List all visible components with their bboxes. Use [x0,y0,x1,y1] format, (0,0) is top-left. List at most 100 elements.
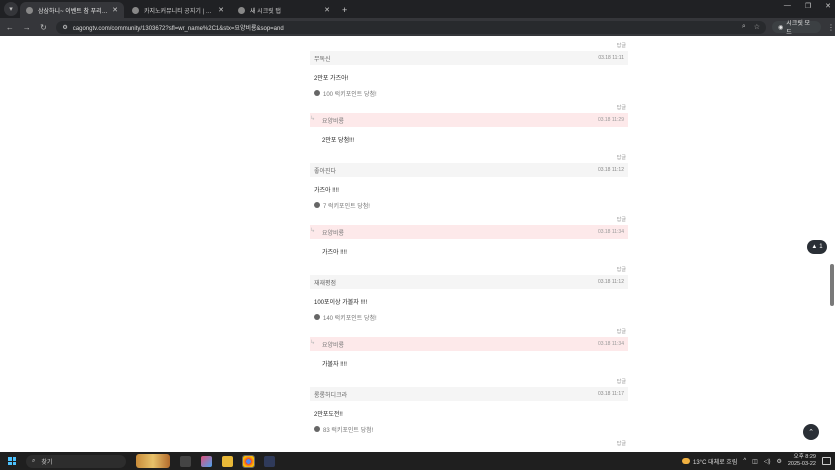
reply-link[interactable]: 답글 [310,100,628,113]
task-view-icon[interactable] [180,455,191,467]
favicon-icon [132,6,139,14]
comment-body: 100포이상 가볼자 !!!! [314,300,368,306]
reply-author[interactable]: 요양비룡 [322,116,344,125]
reply-link[interactable]: 답글 [310,212,628,225]
search-placeholder: 찾기 [41,459,53,466]
reload-icon[interactable]: ↻ [37,23,51,32]
comment-author[interactable]: 롱롱허디크라 [314,390,347,399]
points-text: 83 럭키포인트 당첨! [323,427,374,434]
tab-2[interactable]: 카지노커뮤니티 공지기 | 카지 ✕ [126,2,230,18]
tab-1[interactable]: 삼삼하니~ 이벤트 참 푸리겠습 ✕ [20,2,124,18]
coin-icon [314,90,320,96]
search-highlight-image[interactable] [136,454,170,468]
coin-icon [314,314,320,320]
comment-header: 무독신 03.18 11:11 [310,51,628,65]
taskbar: ⌕ 찾기 13°C 대체로 흐림 ^ ◫ ◁) ⚙ 오후 8:29 2025-0… [0,452,835,470]
comment-datetime: 03.18 11:17 [597,391,624,397]
reply-arrow-icon: ↳ [310,340,316,346]
clock-date: 2025-03-22 [787,461,816,467]
address-bar[interactable]: ⚙ cagongtv.com/community/1303672?sfl=wr_… [56,20,767,34]
reply-header: ↳ 요양비룡 03.18 11:29 [310,113,628,127]
clock[interactable]: 오후 8:29 2025-03-22 [788,454,816,468]
site-info-icon[interactable]: ⚙ [62,24,67,31]
reply-datetime: 03.18 11:34 [597,229,624,235]
reply-link[interactable]: 답글 [310,324,628,337]
close-icon[interactable]: ✕ [112,6,118,14]
reply-author[interactable]: 요양비룡 [322,340,344,349]
reply-link[interactable]: 답글 [310,262,628,275]
reply-link[interactable]: 답글 [310,436,628,449]
settings-icon[interactable]: ⚙ [776,458,781,465]
minimize-icon[interactable]: — [784,2,791,10]
browser-tab-strip: ▾ 삼삼하니~ 이벤트 참 푸리겠습 ✕ 카지노커뮤니티 공지기 | 카지 ✕ … [0,0,835,18]
tab-3[interactable]: 새 시크릿 탭 ✕ [232,2,336,18]
url-text[interactable]: cagongtv.com/community/1303672?sfl=wr_na… [73,23,734,32]
close-window-icon[interactable]: ✕ [825,2,831,10]
close-icon[interactable]: ✕ [218,6,224,14]
chrome-icon[interactable] [242,454,255,468]
zoom-icon[interactable]: ⌕ [742,23,746,31]
incognito-icon [238,6,245,14]
comment-datetime: 03.18 11:12 [597,279,624,285]
chevron-up-icon: ⌃ [808,429,814,436]
comment-body: 2만포 가즈아! [314,76,349,82]
comment-author[interactable]: 좋아진다 [314,166,336,175]
reply-body: 2만포 당첨!!! [322,138,355,144]
taskbar-search[interactable]: ⌕ 찾기 [26,454,126,468]
points-text: 100 럭키포인트 당첨! [323,91,377,98]
comment-header: 재재평점 03.18 11:12 [310,275,628,289]
reply-author[interactable]: 요양비룡 [322,228,344,237]
reply-link[interactable]: 답글 [310,38,628,51]
reply-body: 가볼자 !!!! [322,362,347,368]
reply-arrow-icon: ↳ [310,116,316,122]
copilot-icon[interactable] [201,455,212,467]
points-notice: 83 럭키포인트 당첨! [310,422,628,436]
forward-icon[interactable]: → [20,23,34,32]
comment-body: 가즈아 !!!! [314,188,339,194]
bookmark-star-icon[interactable]: ☆ [754,23,760,31]
menu-icon[interactable]: ⋮ [827,23,835,32]
points-notice: 100 럭키포인트 당첨! [310,86,628,100]
comment-datetime: 03.18 11:12 [597,167,624,173]
reply-link[interactable]: 답글 [310,374,628,387]
app-icon[interactable] [264,455,275,467]
search-icon: ⌕ [32,457,36,464]
volume-icon[interactable]: ◁) [764,458,771,465]
coin-icon [314,426,320,432]
new-tab-icon[interactable]: + [342,5,347,15]
tab-title: 새 시크릿 탭 [250,8,281,15]
network-icon[interactable]: ◫ [752,458,758,465]
scroll-to-top-button[interactable]: ⌃ [803,424,819,440]
reply-header: ↳ 요양비룡 03.18 11:34 [310,225,628,239]
incognito-label: 시크릿 모드 [786,21,811,36]
back-icon[interactable]: ← [3,23,17,32]
points-notice: 7 럭키포인트 당첨! [310,198,628,212]
weather-widget[interactable]: 13°C 대체로 흐림 [682,457,737,466]
taskbar-apps [180,454,275,468]
comment-author[interactable]: 무독신 [314,54,331,63]
notification-center-icon[interactable] [822,457,831,465]
reply-link[interactable]: 답글 [310,150,628,163]
comment-author[interactable]: 재재평점 [314,278,336,287]
restore-icon[interactable]: ❐ [805,2,811,10]
comment-body: 2만포도전!! [314,412,343,418]
incognito-badge[interactable]: ◉ 시크릿 모드 [772,21,822,36]
close-icon[interactable]: ✕ [324,6,330,14]
file-explorer-icon[interactable] [222,455,233,467]
chevron-up-icon[interactable]: ^ [743,458,746,464]
points-text: 7 럭키포인트 당첨! [323,203,370,210]
reply-body: 가즈아 !!!! [322,250,347,256]
scrollbar-thumb[interactable] [830,264,834,306]
window-controls: — ❐ ✕ [784,2,831,10]
reply-datetime: 03.18 11:29 [597,117,624,123]
system-tray: 13°C 대체로 흐림 ^ ◫ ◁) ⚙ 오후 8:29 2025-03-22 [682,454,835,468]
tab-search-icon[interactable]: ▾ [4,2,18,16]
tab-title: 카지노커뮤니티 공지기 | 카지 [144,8,215,15]
windows-start-icon[interactable] [8,457,16,465]
comment-header: 롱롱허디크라 03.18 11:17 [310,387,628,401]
notification-badge[interactable]: ▲ 1 [807,240,827,254]
reply-header: ↳ 요양비룡 03.18 11:34 [310,337,628,351]
points-notice: 140 럭키포인트 당첨! [310,310,628,324]
comment-datetime: 03.18 11:11 [598,55,624,61]
comment-list: · · · 답글 무독신 03.18 11:11 2만포 가즈아! 100 럭키… [310,36,628,449]
